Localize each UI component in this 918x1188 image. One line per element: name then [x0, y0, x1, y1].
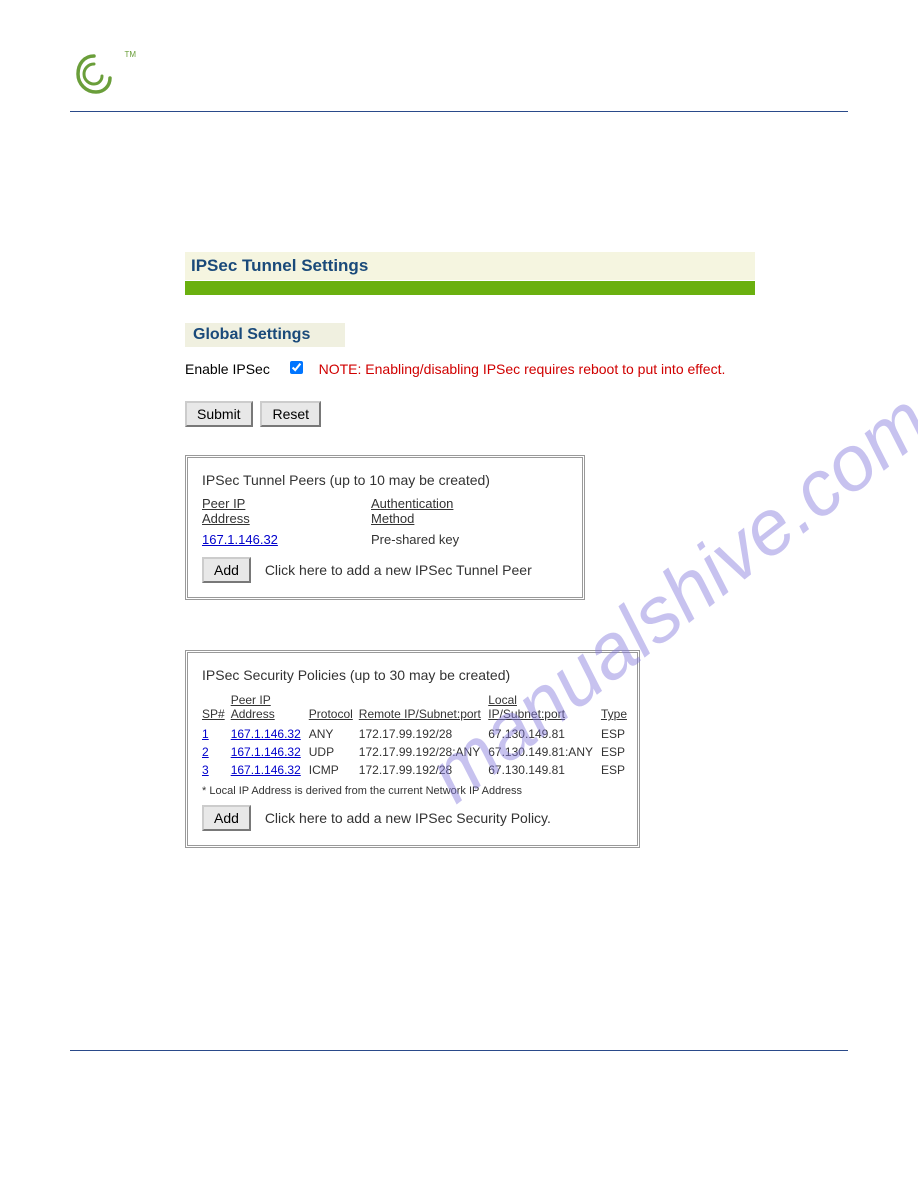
submit-button[interactable]: Submit: [185, 401, 253, 427]
footer-divider: [70, 1050, 848, 1051]
add-peer-button[interactable]: Add: [202, 557, 251, 583]
add-policy-text: Click here to add a new IPSec Security P…: [265, 810, 551, 826]
policies-footnote: * Local IP Address is derived from the c…: [202, 785, 623, 797]
policy-remote: 172.17.99.192/28: [359, 725, 488, 743]
policy-local: 67.130.149.81: [488, 725, 601, 743]
policy-proto: ICMP: [309, 761, 359, 779]
enable-row: Enable IPSec NOTE: Enabling/disabling IP…: [185, 361, 755, 377]
policy-ip-link[interactable]: 167.1.146.32: [231, 727, 301, 741]
policy-ip-link[interactable]: 167.1.146.32: [231, 745, 301, 759]
peers-table: Peer IP Address Authentication Method 16…: [202, 496, 568, 547]
enable-ipsec-label: Enable IPSec: [185, 361, 270, 377]
main-content: manualshive.com IPSec Tunnel Settings Gl…: [185, 252, 755, 848]
policy-local: 67.130.149.81:ANY: [488, 743, 601, 761]
policy-ip-link[interactable]: 167.1.146.32: [231, 763, 301, 777]
policies-table: SP# Peer IPAddress Protocol Remote IP/Su…: [202, 691, 633, 779]
policy-type: ESP: [601, 761, 633, 779]
header-divider: [70, 111, 848, 112]
policy-proto: UDP: [309, 743, 359, 761]
policies-panel-title: IPSec Security Policies (up to 30 may be…: [202, 667, 623, 683]
policies-panel: IPSec Security Policies (up to 30 may be…: [185, 650, 640, 848]
policy-row: 3 167.1.146.32 ICMP 172.17.99.192/28 67.…: [202, 761, 633, 779]
policies-col-type: Type: [601, 691, 633, 725]
peers-add-row: Add Click here to add a new IPSec Tunnel…: [202, 557, 568, 583]
enable-ipsec-checkbox[interactable]: [290, 361, 303, 374]
policies-col-remote: Remote IP/Subnet:port: [359, 691, 488, 725]
policies-col-local: LocalIP/Subnet:port: [488, 691, 601, 725]
policy-sp-link[interactable]: 1: [202, 727, 209, 741]
policies-col-protocol: Protocol: [309, 691, 359, 725]
policy-remote: 172.17.99.192/28: [359, 761, 488, 779]
peers-col-auth: Authentication Method: [371, 496, 568, 530]
peer-auth: Pre-shared key: [371, 530, 568, 547]
logo-swirl-icon: [70, 50, 118, 98]
policy-local: 67.130.149.81: [488, 761, 601, 779]
policy-type: ESP: [601, 743, 633, 761]
peer-row: 167.1.146.32 Pre-shared key: [202, 530, 568, 547]
policy-proto: ANY: [309, 725, 359, 743]
policies-add-row: Add Click here to add a new IPSec Securi…: [202, 805, 623, 831]
policy-type: ESP: [601, 725, 633, 743]
policy-sp-link[interactable]: 2: [202, 745, 209, 759]
policy-remote: 172.17.99.192/28:ANY: [359, 743, 488, 761]
enable-note: NOTE: Enabling/disabling IPSec requires …: [319, 361, 726, 377]
green-divider: [185, 281, 755, 295]
reset-button[interactable]: Reset: [260, 401, 321, 427]
button-row: Submit Reset: [185, 401, 755, 427]
peers-panel: IPSec Tunnel Peers (up to 10 may be crea…: [185, 455, 585, 600]
peers-panel-title: IPSec Tunnel Peers (up to 10 may be crea…: [202, 472, 568, 488]
trademark-label: TM: [124, 50, 136, 59]
logo-area: TM: [70, 50, 848, 103]
policies-col-ip: Peer IPAddress: [231, 691, 309, 725]
page-title: IPSec Tunnel Settings: [185, 252, 755, 280]
add-policy-button[interactable]: Add: [202, 805, 251, 831]
global-settings-title: Global Settings: [185, 323, 345, 347]
peer-ip-link[interactable]: 167.1.146.32: [202, 532, 278, 547]
policy-sp-link[interactable]: 3: [202, 763, 209, 777]
peers-col-ip: Peer IP Address: [202, 496, 371, 530]
add-peer-text: Click here to add a new IPSec Tunnel Pee…: [265, 562, 532, 578]
policies-col-sp: SP#: [202, 691, 231, 725]
policy-row: 1 167.1.146.32 ANY 172.17.99.192/28 67.1…: [202, 725, 633, 743]
policy-row: 2 167.1.146.32 UDP 172.17.99.192/28:ANY …: [202, 743, 633, 761]
